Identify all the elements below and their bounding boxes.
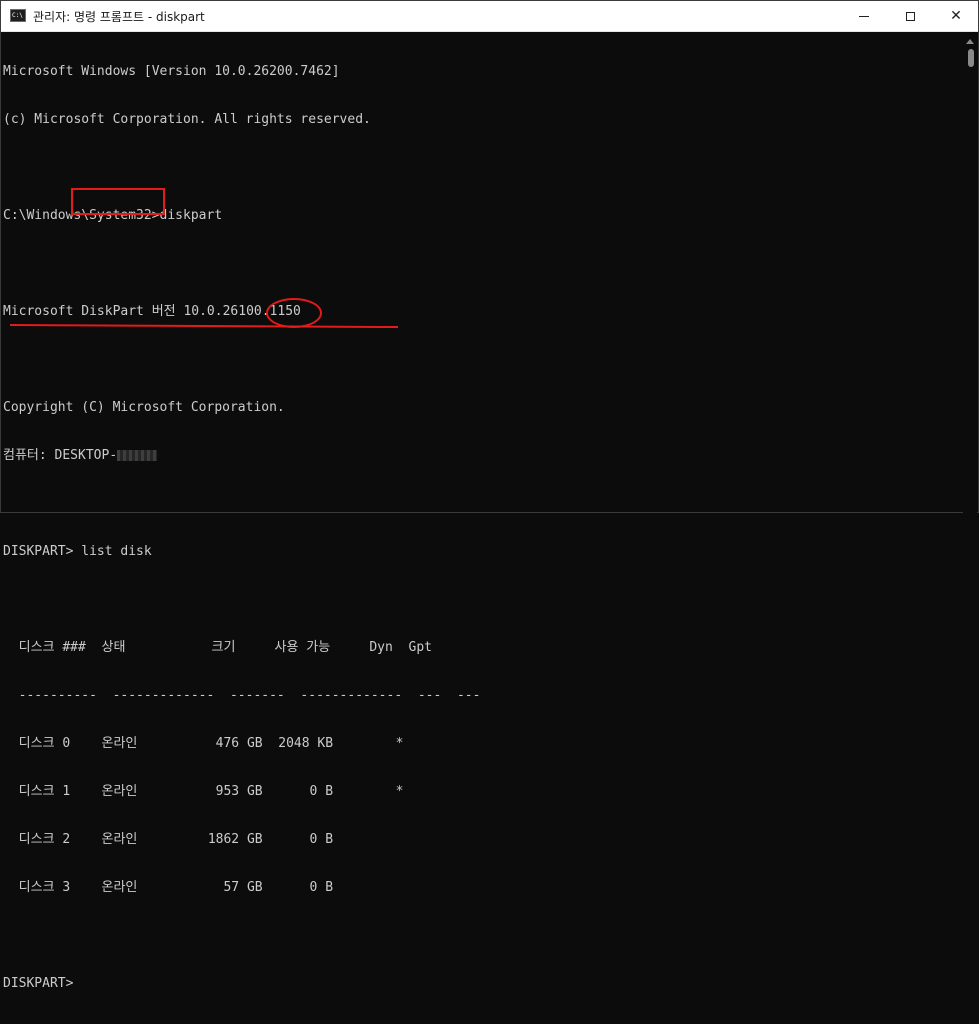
console-line: (c) Microsoft Corporation. All rights re… bbox=[3, 112, 371, 127]
disk-row-1: 디스크 1 온라인 953 GB 0 B * bbox=[3, 784, 404, 799]
minimize-icon bbox=[859, 15, 869, 17]
close-icon: ✕ bbox=[950, 8, 962, 24]
disk-table-separator: ---------- ------------- ------- -------… bbox=[3, 688, 481, 703]
vertical-scrollbar[interactable] bbox=[963, 32, 977, 514]
size-highlight-circle bbox=[266, 298, 322, 328]
console-line: Copyright (C) Microsoft Corporation. bbox=[3, 400, 285, 415]
close-button[interactable]: ✕ bbox=[933, 1, 979, 31]
disk-row-0: 디스크 0 온라인 476 GB 2048 KB * bbox=[3, 736, 404, 751]
minimize-button[interactable] bbox=[841, 1, 887, 31]
console-line: Microsoft Windows [Version 10.0.26200.74… bbox=[3, 64, 340, 79]
redacted-computer-name bbox=[117, 450, 158, 461]
disk-row-3: 디스크 3 온라인 57 GB 0 B bbox=[3, 880, 334, 895]
disk-row-2: 디스크 2 온라인 1862 GB 0 B bbox=[3, 832, 334, 847]
scroll-up-arrow-icon[interactable] bbox=[966, 39, 974, 44]
computer-label: 컴퓨터: DESKTOP- bbox=[3, 448, 118, 463]
command-highlight-box bbox=[71, 188, 165, 215]
cmd-icon: C:\ bbox=[10, 9, 26, 22]
disk-table-header: 디스크 ### 상태 크기 사용 가능 Dyn Gpt bbox=[3, 640, 432, 655]
title-bar[interactable]: C:\ 관리자: 명령 프롬프트 - diskpart ✕ bbox=[1, 1, 978, 32]
window-title: 관리자: 명령 프롬프트 - diskpart bbox=[33, 10, 205, 24]
console-line: Microsoft DiskPart 버전 10.0.26100.1150 bbox=[3, 304, 301, 319]
scroll-thumb[interactable] bbox=[968, 49, 974, 67]
command-prompt[interactable]: DISKPART> bbox=[3, 976, 963, 992]
cmd-window: C:\ 관리자: 명령 프롬프트 - diskpart ✕ Microsoft … bbox=[0, 0, 979, 991]
console-line: DISKPART> list disk bbox=[3, 544, 152, 559]
console-output[interactable]: Microsoft Windows [Version 10.0.26200.74… bbox=[3, 32, 963, 991]
maximize-icon bbox=[905, 11, 915, 21]
maximize-button[interactable] bbox=[887, 1, 933, 31]
computer-name-line: 컴퓨터: DESKTOP- bbox=[3, 448, 963, 464]
